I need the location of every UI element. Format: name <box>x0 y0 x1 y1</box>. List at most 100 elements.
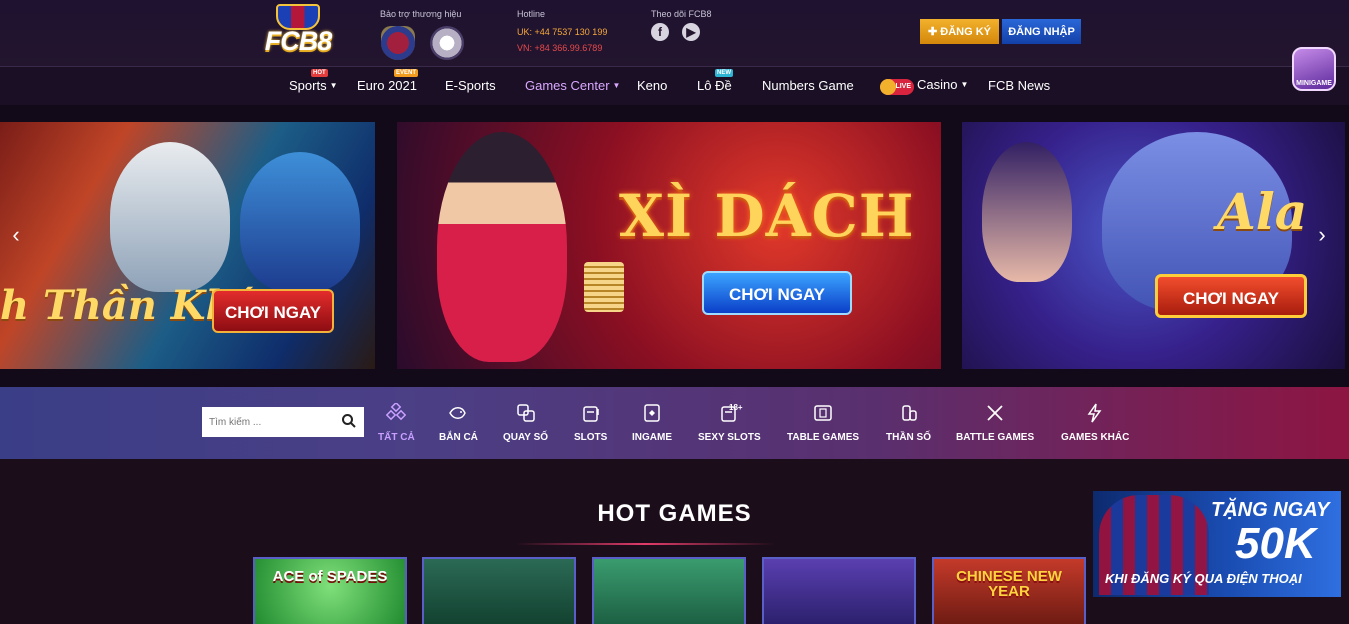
category-label: GAMES KHÁC <box>1061 432 1130 443</box>
main-nav: Sports ▼ HOT Euro 2021 EVENT E-Sports Gam… <box>0 67 1349 105</box>
dealer-character-art <box>437 132 567 362</box>
title-divider <box>515 543 775 545</box>
nav-euro-label: Euro 2021 <box>357 78 417 93</box>
search-icon[interactable] <box>342 414 356 428</box>
nav-euro-2021[interactable]: Euro 2021 EVENT <box>357 69 419 93</box>
category-label: BATTLE GAMES <box>956 432 1035 443</box>
event-badge: EVENT <box>394 69 419 77</box>
sponsor-label: Bảo trợ thương hiệu <box>380 9 462 19</box>
nav-games-center-label: Games Center <box>525 78 610 93</box>
category-label: SLOTS <box>574 432 608 443</box>
login-button[interactable]: ĐĂNG NHẬP <box>1002 19 1081 44</box>
slide-title: XÌ DÁCH <box>619 182 915 250</box>
game-card-blackjack[interactable] <box>422 557 576 624</box>
lightning-icon <box>1087 403 1102 423</box>
minigame-label: MINIGAME <box>1296 80 1332 87</box>
nav-sports[interactable]: Sports ▼ HOT <box>289 69 338 93</box>
banner-slide-aladdin[interactable]: Ala CHƠI NGAY <box>962 122 1345 369</box>
hot-badge: HOT <box>311 69 328 77</box>
category-sexy-slots[interactable]: 18+ SEXY SLOTS <box>698 403 761 443</box>
fc-barcelona-badge <box>381 26 415 60</box>
white-tiger-art <box>110 142 230 292</box>
game-card-roulette[interactable] <box>592 557 746 624</box>
category-label: SEXY SLOTS <box>698 432 761 443</box>
nav-fcb-news[interactable]: FCB News <box>988 78 1050 93</box>
game-title: CHINESE NEW YEAR <box>956 568 1062 600</box>
play-now-button[interactable]: CHƠI NGAY <box>1155 274 1307 318</box>
nav-lo-de[interactable]: Lô Đề NEW <box>697 69 733 93</box>
partner-club-badge <box>430 26 464 60</box>
all-games-icon <box>386 401 407 421</box>
plus-icon: ✚ <box>927 26 941 38</box>
promo-subtitle: KHI ĐĂNG KÝ QUA ĐIỆN THOẠI <box>1105 571 1302 586</box>
register-label: ĐĂNG KÝ <box>940 26 991 38</box>
category-label: BẮN CÁ <box>439 432 478 443</box>
fish-icon <box>449 407 467 419</box>
category-label: INGAME <box>632 432 672 443</box>
chevron-down-icon: ▼ <box>329 81 338 90</box>
fcb8-logo[interactable]: FCB8 <box>258 4 338 62</box>
nav-numbers-game[interactable]: Numbers Game <box>762 78 854 93</box>
category-label: TABLE GAMES <box>787 432 860 443</box>
nav-casino[interactable]: LIVE Casino ▼ <box>880 77 968 95</box>
category-ingame[interactable]: INGAME <box>632 403 672 443</box>
nav-keno[interactable]: Keno <box>637 78 667 93</box>
top-header: FCB8 Bảo trợ thương hiệu Hotline UK: +44… <box>0 0 1349 67</box>
cards-icon <box>814 405 832 421</box>
logo-text: FCB8 <box>264 26 333 56</box>
banner-slide-xi-dach[interactable]: XÌ DÁCH CHƠI NGAY <box>397 122 941 369</box>
search-box <box>202 407 364 437</box>
princess-art <box>982 142 1072 282</box>
swords-icon <box>987 405 1003 421</box>
category-ban-ca[interactable]: BẮN CÁ <box>439 403 478 443</box>
category-battle-games[interactable]: BATTLE GAMES <box>956 403 1034 443</box>
nav-games-center[interactable]: Games Center ▼ <box>525 78 620 93</box>
game-title: ACE of SPADES <box>272 568 388 585</box>
game-card-chinese-new-year[interactable]: CHINESE NEW YEAR <box>932 557 1086 624</box>
game-category-bar: TẤT CẢ BẮN CÁ QUAY SỐ SLOTS INGAME 18+ S… <box>0 387 1349 459</box>
follow-label: Theo dõi FCB8 <box>651 9 712 19</box>
youtube-icon[interactable]: ▶ <box>682 23 700 41</box>
category-games-khac[interactable]: GAMES KHÁC <box>1061 403 1129 443</box>
game-card-cat-slots[interactable] <box>762 557 916 624</box>
live-icon: LIVE <box>880 79 914 95</box>
chip-stack-icon <box>584 262 624 312</box>
minigame-button[interactable]: MINIGAME <box>1292 47 1336 91</box>
hotline-vn: VN: +84 366.99.6789 <box>517 43 603 53</box>
promo-amount: 50K <box>1235 519 1316 568</box>
age-restriction-badge: 18+ <box>729 403 743 412</box>
category-than-so[interactable]: THẦN SỐ <box>886 403 931 443</box>
banner-slide-than-khi[interactable]: h Thần Khí CHƠI NGAY <box>0 122 375 369</box>
category-label: QUAY SỐ <box>503 432 549 443</box>
nav-casino-label: Casino <box>917 77 958 92</box>
register-button[interactable]: ✚ ĐĂNG KÝ <box>920 19 999 44</box>
lottery-icon <box>516 404 535 422</box>
play-now-button[interactable]: CHƠI NGAY <box>702 271 852 315</box>
slide-script-text: Ala <box>1217 182 1308 241</box>
category-table-games[interactable]: TABLE GAMES <box>787 403 859 443</box>
category-slots[interactable]: SLOTS <box>574 403 607 443</box>
category-all[interactable]: TẤT CẢ <box>378 401 415 443</box>
hotline-uk: UK: +44 7537 130 199 <box>517 27 608 37</box>
facebook-icon[interactable]: f <box>651 23 669 41</box>
category-quay-so[interactable]: QUAY SỐ <box>503 403 548 443</box>
nav-lo-de-label: Lô Đề <box>697 78 732 93</box>
banner-carousel: h Thần Khí CHƠI NGAY XÌ DÁCH CHƠI NGAY A… <box>0 105 1349 387</box>
blue-dragon-art <box>240 152 360 292</box>
chevron-left-icon[interactable]: ‹ <box>4 217 28 253</box>
search-input[interactable] <box>202 407 332 437</box>
play-now-button[interactable]: CHƠI NGAY <box>212 289 334 333</box>
promo-banner[interactable]: TẶNG NGAY 50K KHI ĐĂNG KÝ QUA ĐIỆN THOẠI <box>1093 491 1341 597</box>
coins-icon <box>901 405 917 421</box>
slot-machine-icon <box>582 406 599 422</box>
hotline-label: Hotline <box>517 9 546 19</box>
category-label: TẤT CẢ <box>378 432 415 443</box>
ingame-icon <box>644 404 660 422</box>
chevron-right-icon[interactable]: › <box>1310 217 1334 253</box>
chevron-down-icon: ▼ <box>960 80 969 89</box>
category-label: THẦN SỐ <box>886 432 931 443</box>
new-badge: NEW <box>715 69 733 77</box>
nav-esports[interactable]: E-Sports <box>445 78 496 93</box>
game-card-ace-of-spades[interactable]: ACE of SPADES <box>253 557 407 624</box>
nav-sports-label: Sports <box>289 78 327 93</box>
